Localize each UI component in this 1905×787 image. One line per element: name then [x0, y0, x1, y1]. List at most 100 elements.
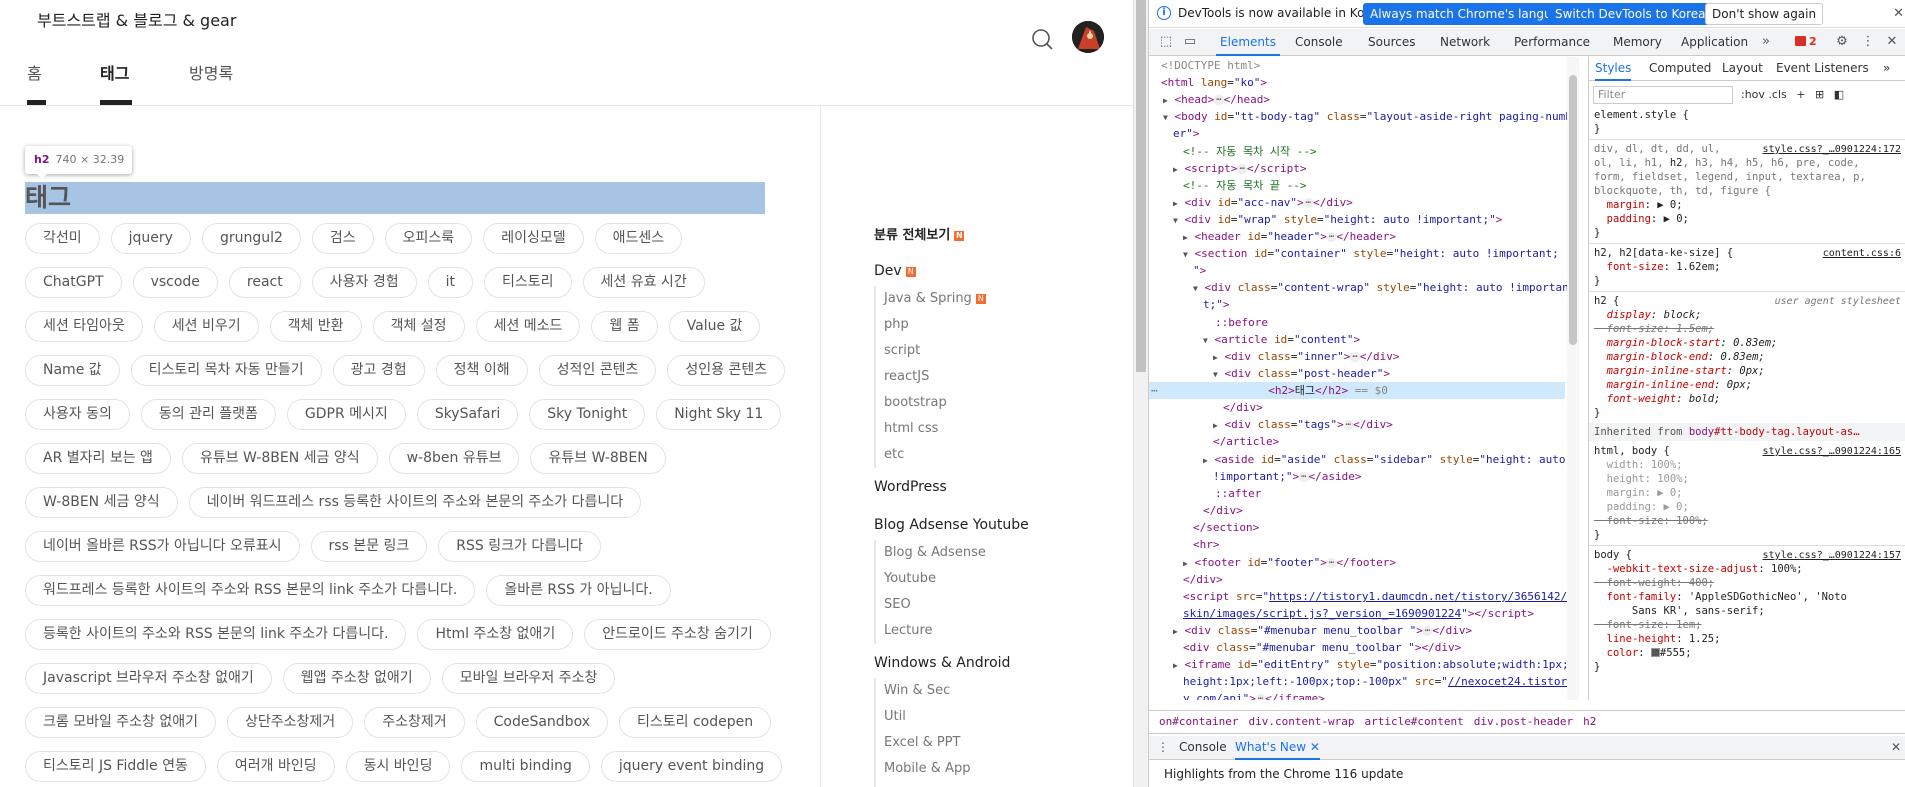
breadcrumb-item[interactable]: h2	[1583, 715, 1596, 728]
device-toolbar-icon[interactable]: ▭	[1183, 35, 1197, 49]
avatar[interactable]	[1072, 21, 1104, 53]
tab-styles[interactable]: Styles	[1595, 57, 1632, 81]
subcategory-item[interactable]: Youtube	[884, 566, 1094, 592]
subcategory-item[interactable]: Game	[884, 782, 1094, 787]
tag-link[interactable]: Name 값	[25, 354, 120, 386]
tag-link[interactable]: 레이싱모델	[483, 222, 584, 254]
subcategory-item[interactable]: SEO	[884, 592, 1094, 618]
dom-line[interactable]: </div>	[1183, 571, 1223, 588]
tag-link[interactable]: 객체 반환	[269, 310, 362, 342]
tag-link[interactable]: 애드센스	[594, 222, 683, 254]
tag-link[interactable]: Html 주소창 없애기	[417, 618, 574, 650]
subcategory-item[interactable]: php	[884, 312, 1094, 338]
rule-source-link[interactable]: style.css?_…0901224:157	[1763, 549, 1901, 563]
tag-link[interactable]: 오피스룩	[384, 222, 473, 254]
dont-show-again-button[interactable]: Don't show again	[1705, 3, 1824, 25]
close-tab-icon[interactable]: ✕	[1310, 740, 1320, 754]
tab-application[interactable]: Application	[1681, 29, 1748, 56]
dom-line[interactable]: ▶ <div class="tags"> ⋯ </div>	[1213, 416, 1393, 433]
tag-link[interactable]: 주소창제거	[364, 706, 465, 738]
tag-link[interactable]: ChatGPT	[25, 266, 122, 298]
tag-link[interactable]: 올바른 RSS 가 아닙니다.	[486, 574, 671, 606]
tag-link[interactable]: Sky Tonight	[529, 398, 646, 430]
dom-line[interactable]: <!-- 자동 목차 시작 -->	[1183, 143, 1317, 160]
tag-link[interactable]: jquery event binding	[600, 750, 783, 782]
tab-sources[interactable]: Sources	[1368, 29, 1415, 56]
elements-dom-tree[interactable]: <!DOCTYPE html> <html lang="ko"> ▶ <head…	[1149, 57, 1584, 700]
subcategory-item[interactable]: Lecture	[884, 618, 1094, 644]
switch-to-korean-button[interactable]: Switch DevTools to Korean	[1548, 3, 1721, 25]
dom-line[interactable]: <div class="#menubar menu_toolbar "></di…	[1183, 639, 1461, 656]
subcategory-item[interactable]: bootstrap	[884, 390, 1094, 416]
tag-link[interactable]: 정책 이해	[435, 354, 528, 386]
subcategory-item[interactable]: Win & Sec	[884, 678, 1094, 704]
page-scrollbar-thumb[interactable]	[1136, 0, 1146, 372]
tab-layout[interactable]: Layout	[1722, 57, 1763, 81]
search-icon[interactable]	[1027, 24, 1057, 54]
tag-link[interactable]: 세션 비우기	[153, 310, 259, 342]
tag-link[interactable]: multi binding	[461, 750, 590, 782]
element-state-icon[interactable]: ⊞	[1815, 88, 1824, 101]
rule-element-style[interactable]: element.style {	[1594, 109, 1689, 123]
dom-line[interactable]: ▶ <head> ⋯ </head>	[1163, 91, 1270, 108]
dom-line[interactable]: ▼ <div class="post-header">	[1213, 365, 1390, 382]
dom-line[interactable]: ▶ <script> ⋯ </script>	[1173, 160, 1306, 177]
tab-computed[interactable]: Computed	[1649, 57, 1711, 81]
dom-line[interactable]: ▶ <footer id="footer"> ⋯ </footer>	[1183, 554, 1396, 571]
settings-gear-icon[interactable]: ⚙	[1835, 35, 1849, 49]
tag-link[interactable]: react	[228, 266, 301, 298]
tag-link[interactable]: jquery	[110, 222, 191, 254]
dom-line[interactable]: ::before	[1215, 314, 1268, 331]
subcategory-item[interactable]: Blog & Adsense	[884, 540, 1094, 566]
decl-margin[interactable]: margin: ▶ 0;	[1594, 199, 1683, 213]
dom-line[interactable]: ▶ <aside id="aside" class="sidebar" styl…	[1203, 451, 1566, 468]
dom-line[interactable]: <!-- 자동 목차 끝 -->	[1183, 177, 1306, 194]
dom-line[interactable]: y.com/api"> ⋯ </iframe>	[1183, 690, 1325, 700]
tag-link[interactable]: 티스토리 목차 자동 만들기	[130, 354, 322, 386]
decl-font-size[interactable]: font-size: 1.62em;	[1594, 261, 1721, 275]
tag-link[interactable]: rss 본문 링크	[310, 530, 428, 562]
tag-link[interactable]: CodeSandbox	[475, 706, 608, 738]
drawer-tab-whats-new[interactable]: What's New ✕	[1235, 736, 1320, 760]
category-item[interactable]: Dev N	[874, 260, 1094, 282]
dom-line[interactable]: er">	[1173, 125, 1200, 142]
tag-link[interactable]: 등록한 사이트의 주소와 RSS 본문의 link 주소가 다릅니다.	[25, 618, 407, 650]
tag-link[interactable]: 유튜브 W-8BEN	[530, 442, 666, 474]
dom-line[interactable]: ▼ <div class="content-wrap" style="heigh…	[1193, 279, 1569, 296]
tag-link[interactable]: 티스토리 JS Fiddle 연동	[25, 750, 206, 782]
tag-link[interactable]: 세션 타임아웃	[25, 310, 143, 342]
tag-link[interactable]: 크롬 모바일 주소창 없애기	[25, 706, 217, 738]
close-devtools-icon[interactable]: ✕	[1885, 35, 1899, 49]
tag-link[interactable]: 네이버 워드프레스 rss 등록한 사이트의 주소와 본문의 주소가 다릅니다	[188, 486, 642, 518]
nav-tab-home[interactable]: 홈	[27, 60, 42, 84]
dom-line[interactable]: ▼ <body id="tt-body-tag" class="layout-a…	[1163, 108, 1572, 125]
more-options-icon[interactable]: ⋮	[1861, 35, 1875, 49]
dom-line[interactable]: </div>	[1223, 399, 1263, 416]
tag-link[interactable]: GDPR 메시지	[286, 398, 406, 430]
dom-line[interactable]: ▶ <div class="inner"> ⋯ </div>	[1213, 348, 1399, 365]
tag-link[interactable]: 사용자 경험	[311, 266, 417, 298]
site-title[interactable]: 부트스트랩 & 블로그 & gear	[37, 7, 236, 31]
tab-memory[interactable]: Memory	[1613, 29, 1662, 56]
nav-tab-tags[interactable]: 태그	[100, 60, 129, 84]
dom-line[interactable]: ▶ <header id="header"> ⋯ </header>	[1183, 228, 1396, 245]
tag-link[interactable]: 여러개 바인딩	[216, 750, 335, 782]
dom-line[interactable]: skin/images/script.js?_version_=16909012…	[1183, 605, 1534, 622]
tag-link[interactable]: W-8BEN 세금 양식	[25, 486, 178, 518]
tag-link[interactable]: 세션 메소드	[475, 310, 581, 342]
tag-link[interactable]: SkySafari	[416, 398, 519, 430]
dom-line[interactable]: <script src="https://tistory1.daumcdn.ne…	[1183, 588, 1567, 605]
subcategory-item[interactable]: etc	[884, 442, 1094, 468]
styles-filter-input[interactable]: Filter	[1593, 86, 1733, 104]
tag-link[interactable]: 광고 경험	[332, 354, 425, 386]
subcategory-item[interactable]: html css	[884, 416, 1094, 442]
breadcrumb-item[interactable]: article#content	[1364, 715, 1463, 728]
tag-link[interactable]: 상단주소창제거	[227, 706, 354, 738]
tag-link[interactable]: Night Sky 11	[656, 398, 782, 430]
tab-event-listeners[interactable]: Event Listeners	[1776, 57, 1869, 81]
tag-link[interactable]: 세션 유효 시간	[582, 266, 705, 298]
dom-line[interactable]: </div>	[1203, 502, 1243, 519]
dom-line[interactable]: ::after	[1215, 485, 1261, 502]
dom-line[interactable]: ▶ <div class="#menubar menu_toolbar "> ⋯ <…	[1173, 622, 1472, 639]
dom-line[interactable]: t;">	[1203, 296, 1230, 313]
